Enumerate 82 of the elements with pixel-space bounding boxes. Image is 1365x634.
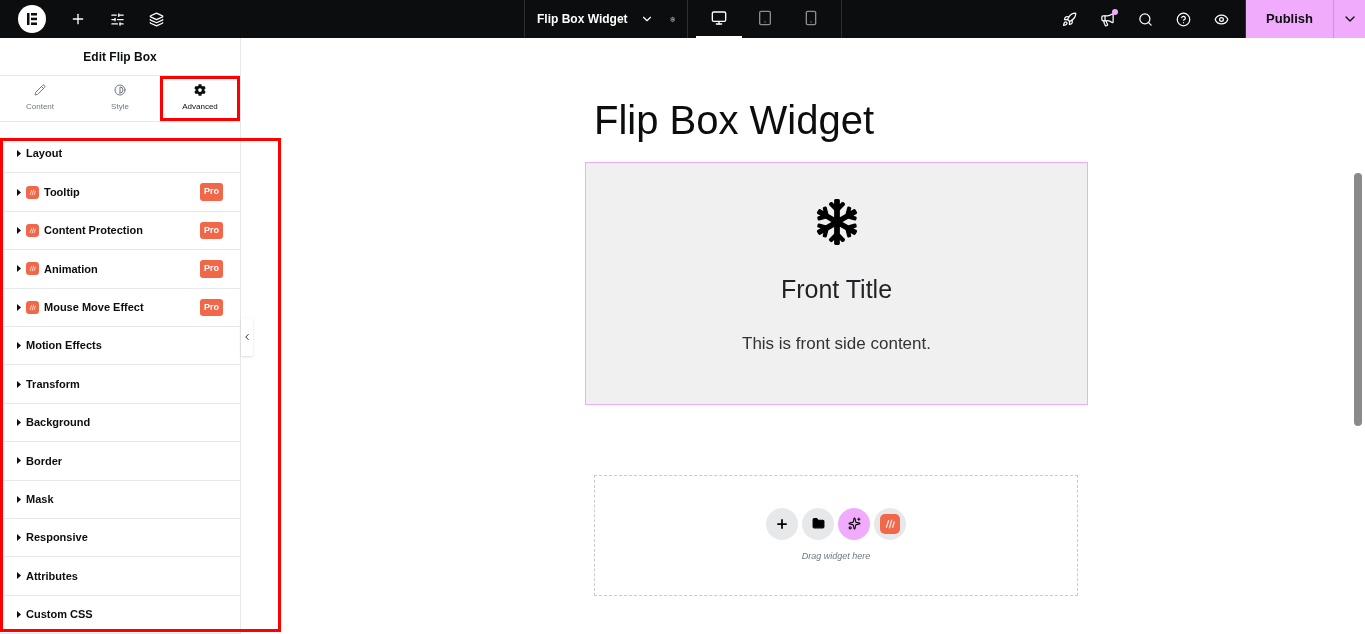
section-header[interactable]: Layout [0, 135, 240, 174]
layers-icon[interactable] [149, 11, 164, 27]
caret-icon [17, 457, 21, 465]
plus-icon [775, 516, 789, 531]
caret-icon [17, 610, 21, 618]
caret-icon [17, 188, 21, 196]
page-heading: Flip Box Widget [594, 98, 876, 142]
section-title: Responsive [26, 530, 89, 546]
caret-icon [17, 265, 21, 273]
sliders-icon[interactable] [110, 11, 125, 27]
tablet-icon [757, 10, 773, 26]
caret-icon [17, 418, 21, 426]
add-section-button[interactable] [766, 507, 798, 540]
rocket-icon[interactable] [1062, 11, 1077, 27]
section-title: Background [26, 415, 92, 431]
section-title: Transform [26, 376, 81, 392]
pro-logo-icon [26, 185, 39, 199]
section-header[interactable]: Background [0, 403, 240, 443]
section-title: Custom CSS [26, 607, 94, 623]
contrast-icon [114, 84, 126, 96]
folder-icon [811, 517, 825, 531]
page-title-dropdown[interactable]: Flip Box Widget [537, 10, 654, 28]
logo-icon[interactable] [18, 5, 46, 33]
caret-icon [17, 303, 21, 311]
collapse-panel-handle[interactable] [241, 318, 253, 356]
section-title: Tooltip [44, 184, 81, 200]
pro-logo-icon [26, 300, 39, 314]
section-header[interactable]: Custom CSS [0, 595, 240, 634]
section-header[interactable]: Animation Pro [0, 250, 240, 289]
section-title: Mask [26, 491, 55, 507]
section-header[interactable]: Content Protection Pro [0, 211, 240, 251]
panel-tab[interactable]: Style [80, 76, 160, 121]
section-header[interactable]: Attributes [0, 557, 240, 596]
template-button[interactable] [802, 507, 834, 540]
section-header[interactable]: Mask [0, 480, 240, 519]
pro-badge: Pro [200, 183, 223, 201]
search-icon[interactable] [1138, 11, 1153, 27]
section-header[interactable]: Motion Effects [0, 326, 240, 366]
section-title: Layout [26, 146, 64, 162]
caret-icon [17, 226, 21, 234]
pro-badge: Pro [200, 298, 223, 316]
caret-icon [17, 150, 21, 158]
flip-box-content: This is front side content. [742, 332, 931, 355]
help-icon[interactable] [1176, 11, 1191, 27]
caret-icon [17, 534, 21, 542]
section-title: Content Protection [44, 223, 144, 239]
section-title: Border [26, 453, 64, 469]
caret-icon [17, 572, 21, 580]
section-header[interactable]: Transform [0, 365, 240, 404]
panel-tab[interactable]: Content [0, 76, 80, 121]
gear-icon [194, 84, 206, 96]
sparkles-icon [847, 517, 861, 531]
desktop-icon [711, 10, 727, 26]
smartphone-icon [803, 10, 819, 26]
panel-title: Edit Flip Box [83, 48, 157, 66]
caret-icon [17, 380, 21, 388]
pro-logo-icon [26, 262, 39, 276]
flip-box-title: Front Title [780, 274, 893, 305]
add-icon[interactable] [70, 11, 86, 27]
section-header[interactable]: Responsive [0, 518, 240, 558]
pro-badge: Pro [200, 260, 223, 278]
chevron-left-icon [242, 332, 252, 342]
publish-button[interactable]: Publish [1246, 0, 1333, 38]
eye-icon[interactable] [1214, 11, 1229, 27]
publish-options-button[interactable] [1333, 0, 1365, 38]
section-header[interactable]: Border [0, 442, 240, 481]
section-header[interactable]: Tooltip Pro [0, 173, 240, 212]
megaphone-icon[interactable] [1100, 11, 1115, 27]
pencil-icon [34, 84, 46, 96]
pro-logo-icon [26, 223, 39, 237]
caret-icon [17, 342, 21, 350]
section-title: Mouse Move Effect [44, 300, 145, 315]
section-title: Attributes [26, 568, 79, 584]
ai-button[interactable] [838, 507, 870, 540]
addon-logo-icon [880, 513, 900, 534]
drop-hint: Drag widget here [801, 549, 871, 563]
panel-tab[interactable]: Advanced [160, 76, 240, 121]
section-title: Animation [44, 261, 99, 277]
section-title: Motion Effects [26, 338, 103, 354]
pro-badge: Pro [200, 221, 223, 240]
section-header[interactable]: Mouse Move Effect Pro [0, 288, 240, 327]
caret-icon [17, 495, 21, 503]
